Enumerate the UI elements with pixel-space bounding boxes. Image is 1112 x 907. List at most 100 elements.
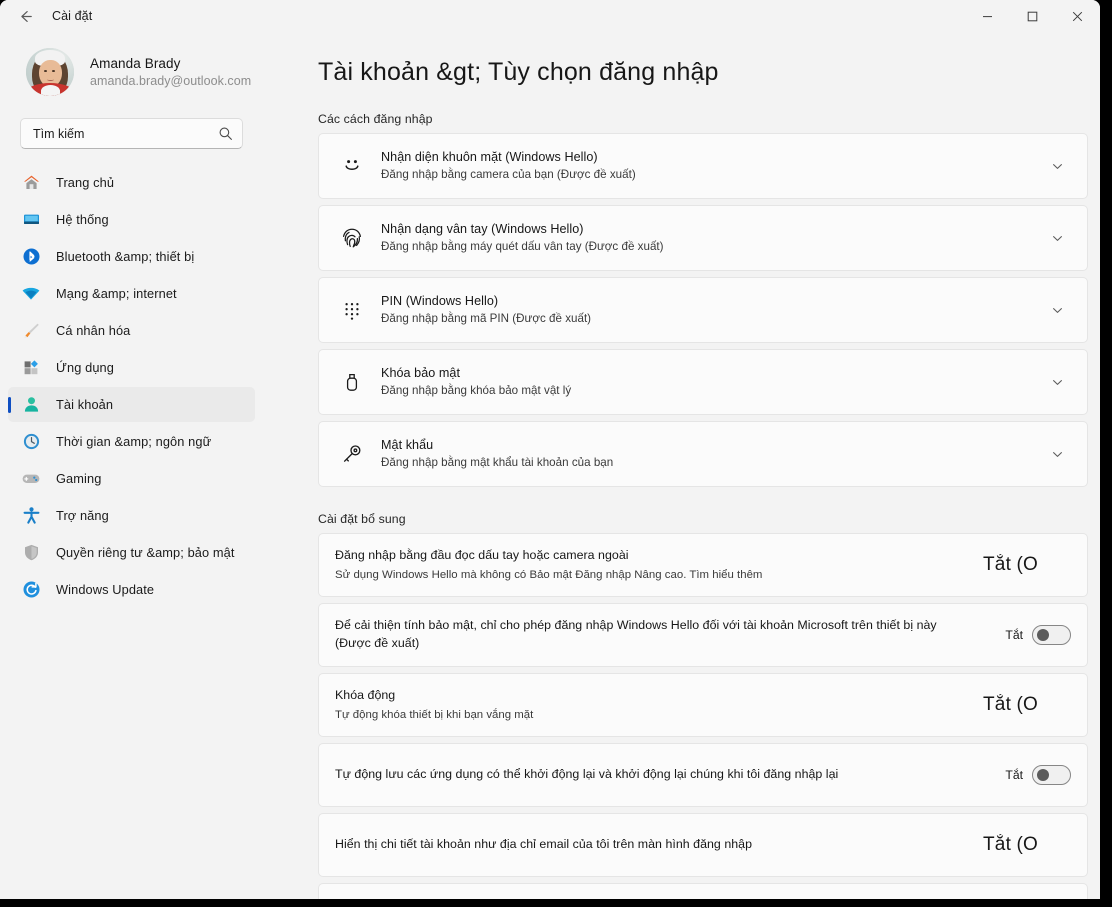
setting-row[interactable]: Hiển thị chi tiết tài khoản như địa chỉ …: [318, 813, 1088, 877]
signin-method-subtitle: Đăng nhập bằng khóa bảo mật vật lý: [381, 384, 572, 398]
system-icon: [20, 209, 42, 231]
brush-icon: [20, 320, 42, 342]
sidebar-item-trang-chu[interactable]: Trang chủ: [8, 165, 255, 200]
toggle-switch[interactable]: [1032, 765, 1071, 785]
signin-section-label: Các cách đăng nhập: [318, 112, 433, 126]
page-title: Tài khoản &gt; Tùy chọn đăng nhập: [318, 58, 719, 86]
search-box[interactable]: [20, 118, 243, 149]
setting-title: Để cải thiện tính bảo mật, chỉ cho phép …: [335, 618, 937, 650]
sidebar-item-label: Gaming: [56, 471, 102, 486]
window-controls: [965, 0, 1100, 32]
accounts-icon: [20, 394, 42, 416]
sidebar-item-bluetooth-thiet-bi[interactable]: Bluetooth &amp; thiết bị: [8, 239, 255, 274]
sidebar-item-windows-update[interactable]: Windows Update: [8, 572, 255, 607]
maximize-button[interactable]: [1010, 0, 1055, 32]
sidebar-item-label: Bluetooth &amp; thiết bị: [56, 249, 195, 264]
profile-email: amanda.brady@outlook.com: [90, 73, 252, 88]
sidebar-item-thoi-gian-ngon-ngu[interactable]: Thời gian &amp; ngôn ngữ: [8, 424, 255, 459]
setting-row[interactable]: Sử dụng thông tin đăng nhập của tôi để t…: [318, 883, 1088, 899]
setting-title: Đăng nhập bằng đầu đọc dấu tay hoặc came…: [335, 547, 629, 562]
sidebar-item-label: Ứng dụng: [56, 360, 114, 375]
signin-method-subtitle: Đăng nhập bằng camera của bạn (Được đề x…: [381, 168, 636, 182]
search-input[interactable]: [33, 126, 218, 141]
sidebar-item-mang-internet[interactable]: Mạng &amp; internet: [8, 276, 255, 311]
signin-method-card[interactable]: PIN (Windows Hello) Đăng nhập bằng mã PI…: [318, 277, 1088, 343]
sidebar-item-label: Cá nhân hóa: [56, 323, 131, 338]
bluetooth-icon: [20, 246, 42, 268]
sidebar-item-tro-nang[interactable]: Trợ năng: [8, 498, 255, 533]
sidebar-item-label: Quyền riêng tư &amp; bảo mật: [56, 545, 235, 560]
user-profile[interactable]: Amanda Brady amanda.brady@outlook.com: [0, 38, 268, 100]
home-icon: [20, 172, 42, 194]
sidebar-item-label: Thời gian &amp; ngôn ngữ: [56, 434, 212, 449]
setting-row[interactable]: Khóa động Tự động khóa thiết bị khi bạn …: [318, 673, 1088, 737]
key-icon: [337, 442, 367, 466]
pin-keypad-icon: [337, 299, 367, 321]
setting-row[interactable]: Để cải thiện tính bảo mật, chỉ cho phép …: [318, 603, 1088, 667]
search-icon: [218, 126, 233, 141]
setting-state-text[interactable]: Tắt (O: [983, 694, 1071, 716]
toggle-state-label: Tắt: [1005, 768, 1023, 782]
sidebar-item-he-thong[interactable]: Hệ thống: [8, 202, 255, 237]
sidebar-item-quyen-rieng-tu-bao-mat[interactable]: Quyền riêng tư &amp; bảo mật: [8, 535, 255, 570]
signin-method-card[interactable]: Khóa bảo mật Đăng nhập bằng khóa bảo mật…: [318, 349, 1088, 415]
sidebar-item-tai-khoan[interactable]: Tài khoản: [8, 387, 255, 422]
signin-method-card[interactable]: Mật khẩu Đăng nhập bằng mật khẩu tài kho…: [318, 421, 1088, 487]
sidebar-item-ung-dung[interactable]: Ứng dụng: [8, 350, 255, 385]
setting-toggle-group[interactable]: Tắt: [983, 765, 1071, 785]
signin-method-title: PIN (Windows Hello): [381, 293, 499, 308]
sidebar-item-label: Trợ năng: [56, 508, 109, 523]
clock-icon: [20, 431, 42, 453]
signin-method-title: Mật khẩu: [381, 437, 434, 452]
signin-method-subtitle: Đăng nhập bằng mã PIN (Được đề xuất): [381, 312, 592, 326]
wifi-icon: [20, 283, 42, 305]
chevron-down-icon[interactable]: [1045, 304, 1069, 317]
fingerprint-icon: [337, 226, 367, 250]
back-button[interactable]: [8, 0, 42, 32]
setting-title: Tự động lưu các ứng dụng có thể khởi độn…: [335, 767, 839, 781]
signin-method-card[interactable]: Nhận diện khuôn mặt (Windows Hello) Đăng…: [318, 133, 1088, 199]
setting-state-text[interactable]: Tắt (O: [983, 834, 1071, 856]
sidebar-item-label: Mạng &amp; internet: [56, 286, 177, 301]
setting-row[interactable]: Tự động lưu các ứng dụng có thể khởi độn…: [318, 743, 1088, 807]
shield-icon: [20, 542, 42, 564]
security-key-icon: [337, 371, 367, 393]
sidebar-item-label: Trang chủ: [56, 175, 115, 190]
app-title: Cài đặt: [52, 9, 93, 23]
signin-method-subtitle: Đăng nhập bằng máy quét dấu vân tay (Đượ…: [381, 240, 664, 254]
settings-window: Cài đặt Amanda Brady amanda.brady@outloo…: [0, 0, 1100, 899]
setting-row[interactable]: Đăng nhập bằng đầu đọc dấu tay hoặc came…: [318, 533, 1088, 597]
update-icon: [20, 579, 42, 601]
signin-method-card[interactable]: Nhận dạng vân tay (Windows Hello) Đăng n…: [318, 205, 1088, 271]
setting-subtitle: Tự động khóa thiết bị khi bạn vắng mặt: [335, 708, 534, 721]
gamepad-icon: [20, 468, 42, 490]
toggle-switch[interactable]: [1032, 625, 1071, 645]
sidebar-item-label: Tài khoản: [56, 397, 114, 412]
chevron-down-icon[interactable]: [1045, 232, 1069, 245]
chevron-down-icon[interactable]: [1045, 376, 1069, 389]
signin-method-subtitle: Đăng nhập bằng mật khẩu tài khoản của bạ…: [381, 456, 614, 470]
additional-section-label: Cài đặt bổ sung: [318, 512, 406, 526]
toggle-state-label: Tắt: [1005, 628, 1023, 642]
sidebar: Amanda Brady amanda.brady@outlook.com Tì…: [0, 32, 268, 899]
setting-state-text[interactable]: Tắt (O: [983, 554, 1071, 576]
window-body: Amanda Brady amanda.brady@outlook.com Tì…: [0, 32, 1100, 899]
signin-method-title: Nhận dạng vân tay (Windows Hello): [381, 221, 584, 236]
sidebar-item-ca-nhan-hoa[interactable]: Cá nhân hóa: [8, 313, 255, 348]
setting-subtitle: Sử dụng Windows Hello mà không có Bảo mậ…: [335, 568, 763, 581]
signin-method-title: Khóa bảo mật: [381, 365, 461, 380]
chevron-down-icon[interactable]: [1045, 160, 1069, 173]
chevron-down-icon[interactable]: [1045, 448, 1069, 461]
title-bar: Cài đặt: [0, 0, 1100, 32]
close-button[interactable]: [1055, 0, 1100, 32]
apps-icon: [20, 357, 42, 379]
signin-method-title: Nhận diện khuôn mặt (Windows Hello): [381, 149, 598, 164]
accessibility-icon: [20, 505, 42, 527]
face-smile-icon: [337, 155, 367, 177]
minimize-button[interactable]: [965, 0, 1010, 32]
sidebar-nav: Trang chủ Hệ thống Bluetooth &amp; thiết…: [0, 165, 268, 607]
profile-name: Amanda Brady: [90, 55, 181, 71]
sidebar-item-gaming[interactable]: Gaming: [8, 461, 255, 496]
setting-toggle-group[interactable]: Tắt: [983, 625, 1071, 645]
setting-title: Hiển thị chi tiết tài khoản như địa chỉ …: [335, 837, 752, 851]
